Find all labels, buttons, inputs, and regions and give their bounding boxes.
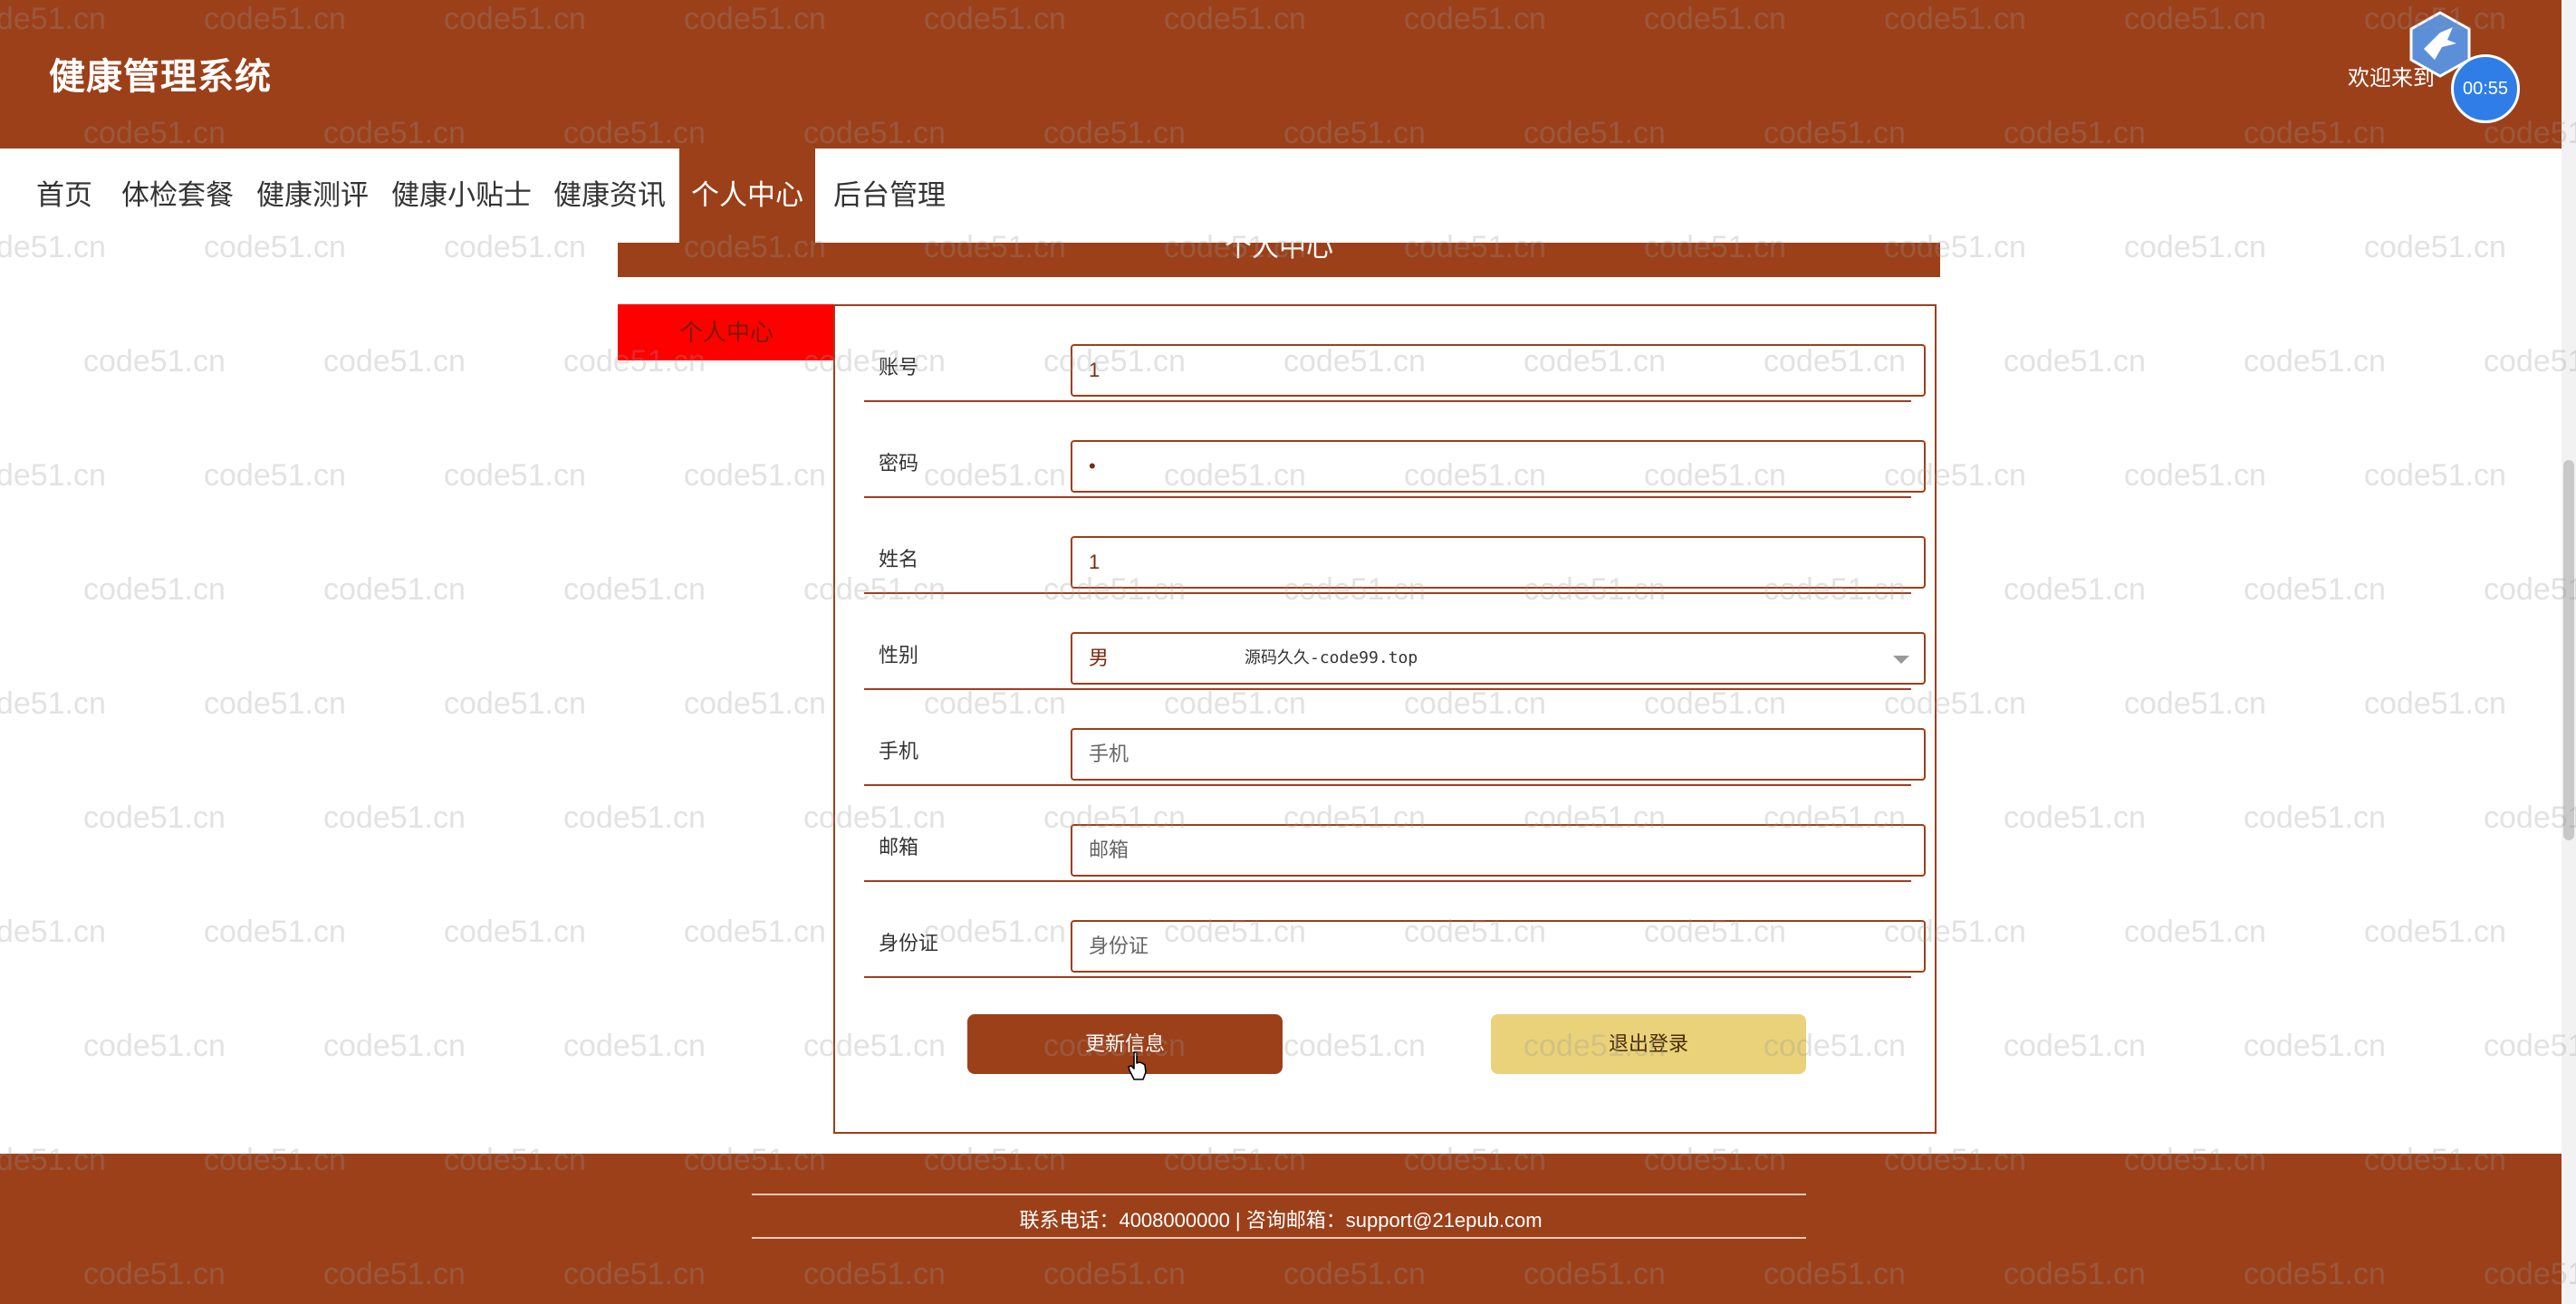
footer-contact: 联系电话：4008000000 | 咨询邮箱：support@21epub.co… (1019, 1209, 1543, 1232)
password-input[interactable]: • (1071, 440, 1926, 493)
id-card-label: 身份证 (879, 932, 939, 954)
phone-input[interactable] (1071, 728, 1926, 781)
nav-item-health-tips[interactable]: 健康小贴士 (391, 149, 532, 243)
watermark-text: code51.cn (83, 801, 226, 835)
form-row-email: 邮箱 (864, 786, 1926, 882)
form-row-gender: 性别 男 源码久久-code99.top (864, 594, 1926, 690)
update-info-button[interactable]: 更新信息 (967, 1014, 1283, 1074)
watermark-text: code51.cn (0, 458, 106, 493)
form-row-name: 姓名 (864, 498, 1926, 594)
main-nav: 首页 体检套餐 健康测评 健康小贴士 健康资讯 个人中心 后台管理 (0, 149, 2562, 244)
watermark-text: code51.cn (323, 344, 466, 379)
nav-item-health-news[interactable]: 健康资讯 (553, 149, 666, 243)
nav-item-personal-center[interactable]: 个人中心 (679, 149, 815, 244)
watermark-text: code51.cn (2244, 572, 2386, 607)
watermark-text: code51.cn (563, 572, 706, 607)
watermark-text: code51.cn (444, 458, 586, 493)
watermark-text: code51.cn (2124, 686, 2266, 721)
account-label: 账号 (879, 356, 919, 379)
nav-item-home[interactable]: 首页 (36, 149, 92, 243)
watermark-text: code51.cn (444, 915, 586, 949)
form-row-password: 密码 • (864, 402, 1926, 498)
watermark-text: code51.cn (83, 1029, 226, 1063)
watermark-text: code51.cn (684, 915, 826, 949)
side-menu-personal-center[interactable]: 个人中心 (618, 304, 835, 360)
nav-item-admin[interactable]: 后台管理 (833, 149, 946, 243)
watermark-text: code51.cn (204, 458, 346, 493)
watermark-text: code51.cn (2004, 801, 2146, 835)
logout-button[interactable]: 退出登录 (1491, 1014, 1806, 1074)
watermark-text: code51.cn (2004, 344, 2146, 379)
email-label: 邮箱 (879, 836, 919, 858)
watermark-text: code51.cn (684, 458, 826, 493)
panel-title: 个人中心 (1225, 243, 1333, 263)
watermark-text: code51.cn (563, 801, 706, 835)
password-label: 密码 (879, 452, 919, 475)
watermark-text: code51.cn (2244, 1029, 2386, 1063)
id-card-input[interactable] (1071, 920, 1926, 973)
panel-title-bar: 个人中心 (618, 243, 1940, 277)
chevron-down-icon (1893, 656, 1909, 664)
watermark-text: code51.cn (204, 915, 346, 949)
watermark-text: code51.cn (2004, 572, 2146, 607)
watermark-text: code51.cn (0, 686, 106, 721)
watermark-text: code51.cn (2244, 344, 2386, 379)
name-label: 姓名 (879, 548, 919, 570)
watermark-text: code51.cn (323, 1029, 466, 1063)
scrollbar-thumb[interactable] (2563, 460, 2574, 840)
form-row-account: 账号 (864, 306, 1926, 402)
watermark-text: code51.cn (0, 915, 106, 949)
footer-divider-top (752, 1194, 1806, 1195)
form-row-id-card: 身份证 (864, 882, 1926, 978)
site-title: 健康管理系统 (49, 57, 272, 97)
email-input[interactable] (1071, 824, 1926, 877)
phone-label: 手机 (879, 740, 919, 762)
header-bar: 健康管理系统 欢迎来到 (0, 0, 2562, 149)
gender-select[interactable]: 男 源码久久-code99.top (1071, 632, 1926, 685)
select-overlay-text: 源码久久-code99.top (1245, 648, 1418, 667)
watermark-text: code51.cn (563, 1029, 706, 1063)
form-row-phone: 手机 (864, 690, 1926, 786)
watermark-text: code51.cn (2244, 801, 2386, 835)
gender-label: 性别 (879, 644, 919, 666)
nav-item-checkup-packages[interactable]: 体检套餐 (121, 149, 234, 243)
gender-selected-value: 男 (1089, 647, 1110, 669)
watermark-text: code51.cn (83, 572, 226, 607)
watermark-text: code51.cn (2364, 915, 2506, 949)
nav-item-health-assessment[interactable]: 健康测评 (256, 149, 369, 243)
name-input[interactable] (1071, 536, 1926, 589)
watermark-text: code51.cn (323, 572, 466, 607)
watermark-text: code51.cn (2124, 915, 2266, 949)
watermark-text: code51.cn (2124, 458, 2266, 493)
timer-badge[interactable]: 00:55 (2451, 54, 2520, 123)
profile-form: 账号 密码 • 姓名 性别 男 源码久久-code99.top 手机 邮箱 身份… (833, 304, 1937, 1134)
hand-cursor-icon (1128, 1051, 1147, 1080)
footer-divider-bottom (752, 1237, 1806, 1239)
watermark-text: code51.cn (204, 686, 346, 721)
watermark-text: code51.cn (444, 686, 586, 721)
watermark-text: code51.cn (83, 344, 226, 379)
footer: 联系电话：4008000000 | 咨询邮箱：support@21epub.co… (0, 1154, 2562, 1304)
account-input[interactable] (1071, 344, 1926, 397)
watermark-text: code51.cn (2004, 1029, 2146, 1063)
watermark-text: code51.cn (323, 801, 466, 835)
watermark-text: code51.cn (684, 686, 826, 721)
watermark-text: code51.cn (2364, 458, 2506, 493)
watermark-text: code51.cn (2364, 686, 2506, 721)
